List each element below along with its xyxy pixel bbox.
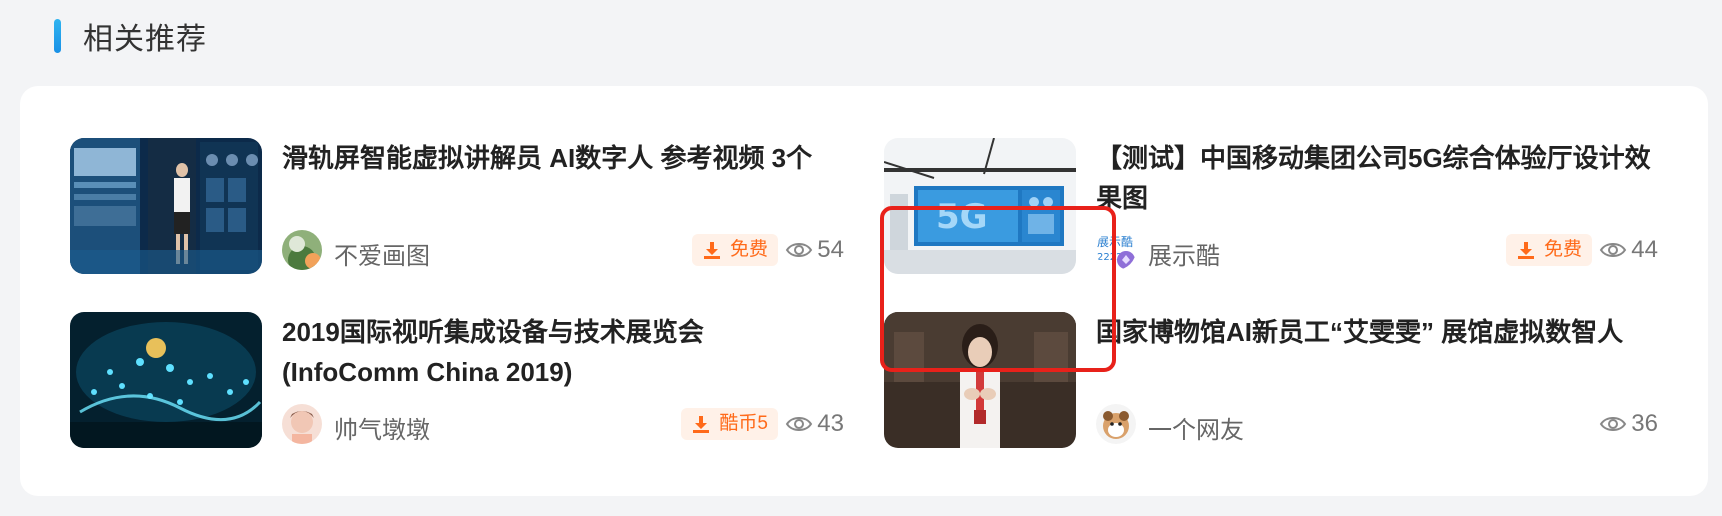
selection-highlight <box>880 206 1116 372</box>
download-icon <box>1517 242 1534 259</box>
price-badge: 免费 <box>691 234 778 266</box>
item-title[interactable]: 国家博物馆AI新员工“艾雯雯” 展馆虚拟数智人 <box>1096 312 1652 352</box>
view-count: 54 <box>785 234 844 266</box>
thumbnail-image[interactable] <box>70 138 262 274</box>
view-count: 36 <box>1599 408 1658 440</box>
download-icon <box>693 416 710 433</box>
view-count-value: 36 <box>1631 410 1658 437</box>
price-label: 免费 <box>1543 239 1582 260</box>
price-badge: 免费 <box>1505 234 1592 266</box>
item-meta: 展示酷 2222 展示酷 免费 44 <box>1096 230 1658 270</box>
item-meta: 帅气墩墩 酷币5 43 <box>282 404 844 444</box>
view-count: 43 <box>785 408 844 440</box>
thumbnail-image[interactable] <box>70 312 262 448</box>
price-label: 酷币5 <box>719 413 768 434</box>
avatar[interactable] <box>1096 404 1136 444</box>
recommendation-card: 滑轨屏智能虚拟讲解员 AI数字人 参考视频 3个 不爱画图 免费 54 5G 【… <box>20 86 1708 496</box>
view-count: 44 <box>1599 234 1658 266</box>
item-meta: 不爱画图 免费 54 <box>282 230 844 270</box>
price-label: 免费 <box>729 239 768 260</box>
view-count-value: 44 <box>1631 236 1658 263</box>
price-badge: 酷币5 <box>681 408 778 440</box>
author-name[interactable]: 展示酷 <box>1148 236 1220 271</box>
eye-icon <box>786 243 813 257</box>
author-name[interactable]: 帅气墩墩 <box>334 410 430 445</box>
item-meta: 一个网友 36 <box>1096 404 1658 444</box>
author-name[interactable]: 一个网友 <box>1148 410 1244 445</box>
item-title[interactable]: 滑轨屏智能虚拟讲解员 AI数字人 参考视频 3个 <box>282 138 838 178</box>
eye-icon <box>1600 243 1627 257</box>
view-count-value: 43 <box>817 410 844 437</box>
view-count-value: 54 <box>817 236 844 263</box>
item-title[interactable]: 2019国际视听集成设备与技术展览会(InfoComm China 2019) <box>282 312 838 392</box>
list-item[interactable]: 2019国际视听集成设备与技术展览会(InfoComm China 2019) … <box>70 312 844 448</box>
eye-icon <box>1600 417 1627 431</box>
avatar[interactable] <box>282 230 322 270</box>
eye-icon <box>786 417 813 431</box>
download-icon <box>703 242 720 259</box>
accent-bar <box>54 19 61 53</box>
author-name[interactable]: 不爱画图 <box>334 236 430 271</box>
section-title: 相关推荐 <box>83 23 207 56</box>
item-title[interactable]: 【测试】中国移动集团公司5G综合体验厅设计效果图 <box>1096 138 1652 218</box>
avatar[interactable] <box>282 404 322 444</box>
section-header: 相关推荐 <box>54 16 207 56</box>
list-item[interactable]: 滑轨屏智能虚拟讲解员 AI数字人 参考视频 3个 不爱画图 免费 54 <box>70 138 844 274</box>
